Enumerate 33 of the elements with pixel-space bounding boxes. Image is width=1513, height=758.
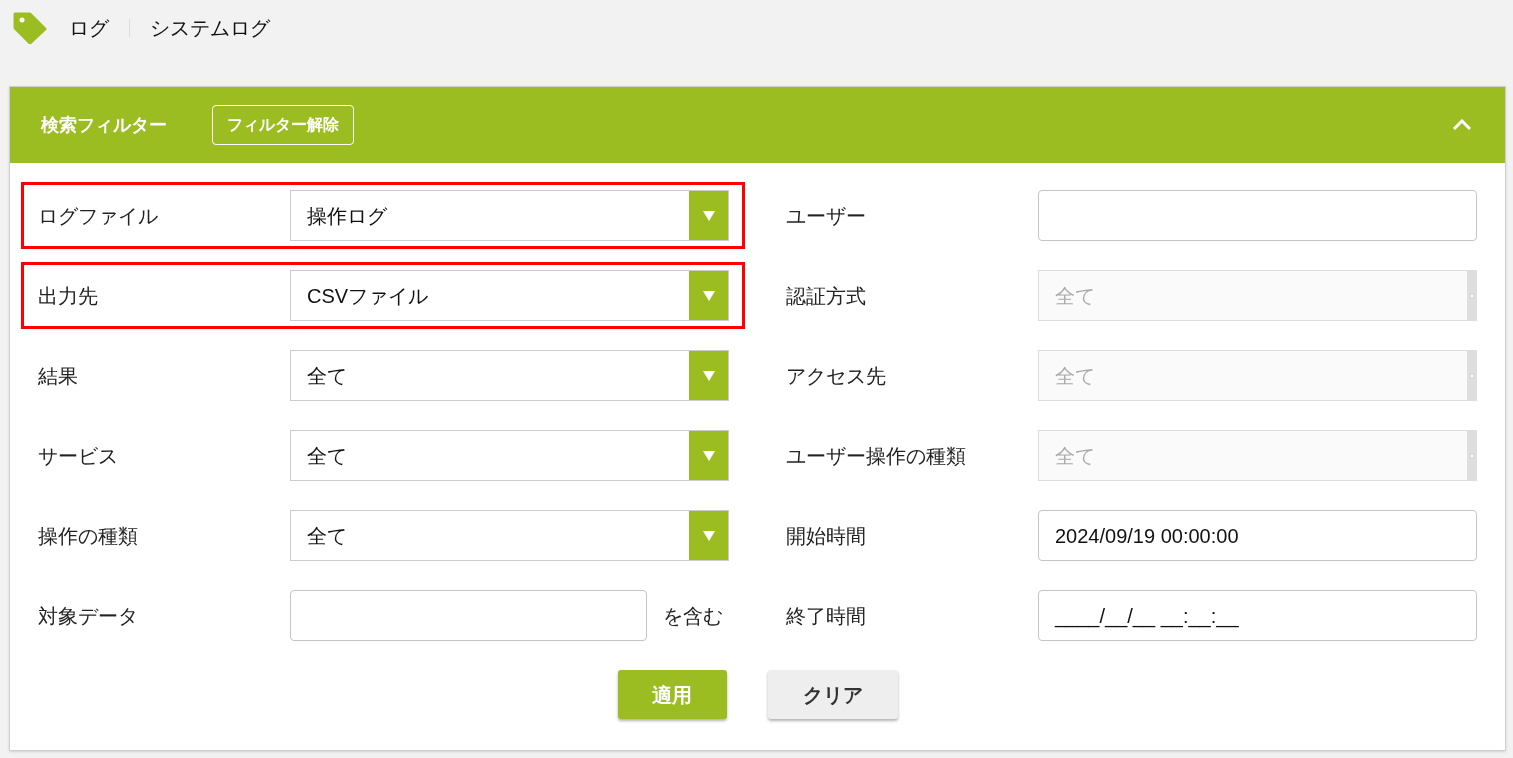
field-label: 対象データ xyxy=(38,603,139,629)
caret-down-icon xyxy=(702,530,715,541)
input-field[interactable] xyxy=(290,590,647,641)
field-label: 操作の種類 xyxy=(38,523,139,549)
breadcrumb-link[interactable]: システムログ xyxy=(150,13,270,43)
dropdown[interactable]: 全て xyxy=(290,350,729,401)
field-label: 開始時間 xyxy=(786,523,867,549)
field-label: ログファイル xyxy=(38,203,159,229)
caret-down-icon xyxy=(702,450,715,461)
chevron-up-icon xyxy=(1452,119,1472,131)
field-suffix: を含む xyxy=(663,603,723,629)
input-field[interactable] xyxy=(1038,190,1477,241)
field-label: ユーザー操作の種類 xyxy=(786,443,967,469)
field-label: アクセス先 xyxy=(786,363,887,389)
caret-down-icon xyxy=(702,290,715,301)
input-field[interactable]: ____/__/__ __:__:__ xyxy=(1038,590,1477,641)
field-label: 結果 xyxy=(38,363,79,389)
panel-title: 検索フィルター xyxy=(41,113,167,137)
field-label: ユーザー xyxy=(786,203,867,229)
caret-down-icon xyxy=(702,210,715,221)
caret-down-icon xyxy=(702,370,715,381)
input-field[interactable]: 2024/09/19 00:00:00 xyxy=(1038,510,1477,561)
tag-icon xyxy=(13,12,47,44)
field-label: サービス xyxy=(38,443,119,469)
breadcrumb-link[interactable]: ログ xyxy=(69,13,109,43)
dropdown[interactable]: 全て xyxy=(290,510,729,561)
field-label: 終了時間 xyxy=(786,603,867,629)
field-label: 出力先 xyxy=(38,283,99,309)
clear-button[interactable]: クリア xyxy=(767,670,898,719)
field-label: 認証方式 xyxy=(786,283,867,309)
dropdown[interactable]: 全て xyxy=(290,430,729,481)
dropdown[interactable]: CSVファイル xyxy=(290,270,729,321)
dropdown[interactable]: 操作ログ xyxy=(290,190,729,241)
